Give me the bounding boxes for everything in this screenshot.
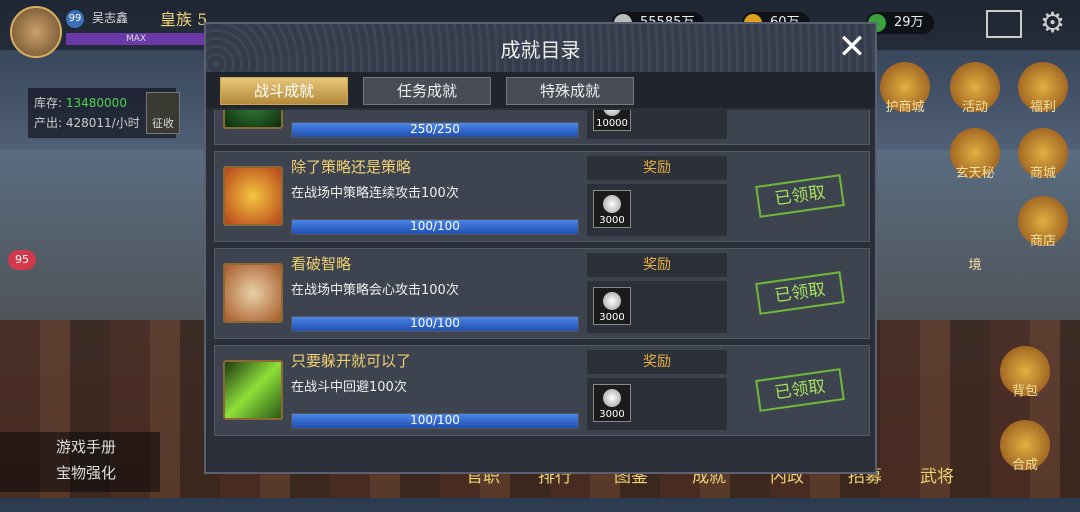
coin-icon bbox=[603, 195, 621, 213]
tab-combat[interactable]: 战斗成就 bbox=[220, 77, 348, 105]
store-button[interactable]: 商店 bbox=[1018, 196, 1068, 249]
dodge-icon bbox=[223, 360, 283, 420]
claimed-stamp: 已领取 bbox=[755, 174, 845, 218]
tab-special[interactable]: 特殊成就 bbox=[506, 77, 634, 105]
progress-bar: 100/100 bbox=[291, 413, 579, 429]
progress-bar: 250/250 bbox=[291, 122, 579, 138]
progress-text: 250/250 bbox=[410, 122, 460, 136]
coin-icon bbox=[603, 292, 621, 310]
gear-icon[interactable]: ⚙ bbox=[1040, 8, 1065, 38]
achievement-name: 看破智略 bbox=[291, 255, 352, 273]
player-name: 吴志鑫 bbox=[92, 11, 129, 25]
list-item: 250/250 10000 bbox=[214, 110, 870, 145]
bag-label: 背包 bbox=[1011, 384, 1038, 399]
event-button[interactable]: 活动 bbox=[950, 62, 1000, 115]
left-menu: 游戏手册 宝物强化 bbox=[0, 432, 160, 492]
rank-title: 皇族 5 bbox=[160, 6, 207, 30]
reward-amount: 10000 bbox=[596, 118, 628, 129]
reward-amount: 3000 bbox=[599, 409, 625, 420]
reward-label: 奖励 bbox=[587, 156, 727, 180]
achievement-desc: 在战斗中回避100次 bbox=[291, 380, 407, 395]
craft-button[interactable]: 合成 bbox=[1000, 420, 1050, 473]
exp-bar: MAX bbox=[66, 33, 206, 45]
reward-amount: 3000 bbox=[599, 312, 625, 323]
close-icon[interactable]: ✕ bbox=[834, 28, 870, 66]
mail-icon[interactable] bbox=[986, 10, 1022, 38]
player-level-badge: 99 bbox=[66, 10, 84, 28]
welfare-label: 福利 bbox=[1029, 100, 1056, 115]
reward-box: 3000 bbox=[587, 281, 727, 333]
list-item: 除了策略还是策略 在战场中策略连续攻击100次 100/100 奖励 3000 … bbox=[214, 151, 870, 242]
claimed-stamp: 已领取 bbox=[755, 271, 845, 315]
achievement-icon bbox=[223, 110, 283, 129]
achievement-name: 除了策略还是策略 bbox=[291, 158, 412, 176]
strategy-icon bbox=[223, 166, 283, 226]
list-item: 看破智略 在战场中策略会心攻击100次 100/100 奖励 3000 已领取 bbox=[214, 248, 870, 339]
welfare-button[interactable]: 福利 bbox=[1018, 62, 1068, 115]
progress-bar: 100/100 bbox=[291, 219, 579, 235]
achievement-desc: 在战场中策略会心攻击100次 bbox=[291, 283, 459, 298]
achievement-desc: 在战场中策略连续攻击100次 bbox=[291, 186, 459, 201]
stock-value: 13480000 bbox=[65, 96, 127, 110]
tab-quest[interactable]: 任务成就 bbox=[363, 77, 491, 105]
output-value: 428011/小时 bbox=[65, 116, 140, 130]
reward-label: 奖励 bbox=[587, 253, 727, 277]
mall-label: 商城 bbox=[1029, 166, 1056, 181]
progress-text: 100/100 bbox=[410, 219, 460, 233]
craft-label: 合成 bbox=[1011, 458, 1038, 473]
sage-icon bbox=[223, 263, 283, 323]
achievement-dialog: 成就目录 ✕ 战斗成就 任务成就 特殊成就 250/250 10000 除了策略… bbox=[204, 22, 877, 474]
collect-button[interactable]: 征收 bbox=[146, 92, 180, 134]
progress-text: 100/100 bbox=[410, 413, 460, 427]
achievement-name: 只要躲开就可以了 bbox=[291, 352, 412, 370]
list-item: 只要躲开就可以了 在战斗中回避100次 100/100 奖励 3000 已领取 bbox=[214, 345, 870, 436]
rank-label: 皇族 bbox=[160, 10, 193, 29]
stock-label: 库存: bbox=[34, 96, 63, 110]
bottom-general-button[interactable]: 武将 bbox=[920, 462, 954, 487]
coin-icon bbox=[603, 110, 621, 116]
achievement-list[interactable]: 250/250 10000 除了策略还是策略 在战场中策略连续攻击100次 10… bbox=[214, 110, 870, 470]
player-avatar[interactable] bbox=[10, 6, 62, 58]
reward-coin[interactable]: 3000 bbox=[593, 190, 631, 228]
reward-coin[interactable]: 10000 bbox=[593, 110, 631, 131]
bag-button[interactable]: 背包 bbox=[1000, 346, 1050, 399]
notification-badge: 95 bbox=[8, 250, 36, 270]
reward-box: 3000 bbox=[587, 378, 727, 430]
coin-icon bbox=[603, 389, 621, 407]
reward-coin[interactable]: 3000 bbox=[593, 287, 631, 325]
secret-realm-button[interactable]: 玄天秘境 bbox=[950, 128, 1000, 273]
dialog-title: 成就目录 bbox=[500, 38, 581, 62]
menu-treasure-upgrade[interactable]: 宝物强化 bbox=[56, 462, 116, 483]
event-label: 活动 bbox=[961, 100, 988, 115]
reward-box: 10000 bbox=[587, 110, 727, 139]
progress-text: 100/100 bbox=[410, 316, 460, 330]
resource-jade-value: 29万 bbox=[894, 15, 924, 30]
shop-protect-label: 护商城 bbox=[885, 100, 925, 115]
output-label: 产出: bbox=[34, 116, 63, 130]
menu-game-manual[interactable]: 游戏手册 bbox=[56, 436, 116, 457]
dialog-header: 成就目录 ✕ bbox=[206, 24, 875, 72]
progress-bar: 100/100 bbox=[291, 316, 579, 332]
reward-label: 奖励 bbox=[587, 350, 727, 374]
reward-box: 3000 bbox=[587, 184, 727, 236]
store-label: 商店 bbox=[1029, 234, 1056, 249]
mall-button[interactable]: 商城 bbox=[1018, 128, 1068, 181]
shop-protect-button[interactable]: 护商城 bbox=[880, 62, 930, 115]
reward-amount: 3000 bbox=[599, 215, 625, 226]
reward-coin[interactable]: 3000 bbox=[593, 384, 631, 422]
claimed-stamp: 已领取 bbox=[755, 368, 845, 412]
tab-bar: 战斗成就 任务成就 特殊成就 bbox=[206, 72, 875, 108]
